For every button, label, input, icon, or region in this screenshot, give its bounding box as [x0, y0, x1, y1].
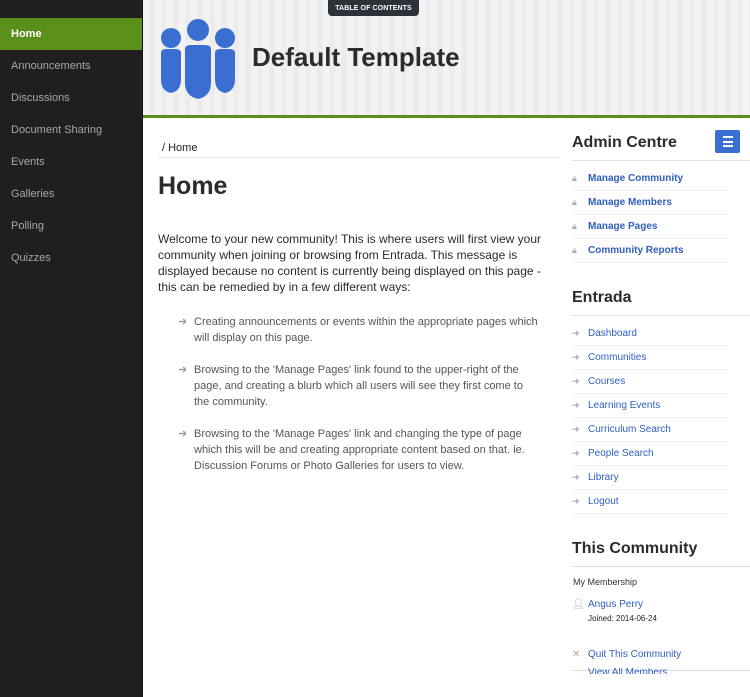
arrow-right-icon: ➜ [178, 428, 188, 440]
list-item: 🔒︎ Manage Members [572, 191, 727, 215]
arrow-right-icon: ➜ [572, 376, 580, 386]
list-item-text: Browsing to the 'Manage Pages' link and … [194, 428, 525, 472]
breadcrumb[interactable]: / Home [158, 142, 558, 158]
arrow-right-icon: ➜ [178, 316, 188, 328]
member-row: 👤︎ Angus Perry [572, 599, 750, 610]
list-item: ➜ People Search [572, 442, 727, 466]
this-community-title: This Community [572, 540, 698, 557]
sidebar-item-document-sharing[interactable]: Document Sharing [0, 114, 142, 146]
site-header: TABLE OF CONTENTS Default Template [143, 0, 750, 118]
entrada-header: Entrada [572, 281, 750, 316]
list-item-text: Browsing to the 'Manage Pages' link foun… [194, 364, 523, 408]
sidebar-item-quizzes[interactable]: Quizzes [0, 242, 142, 274]
arrow-right-icon: ➜ [572, 496, 580, 506]
lock-icon: 🔒︎ [572, 197, 577, 207]
sidebar-item-polling[interactable]: Polling [0, 210, 142, 242]
lock-icon: 🔒︎ [572, 221, 577, 231]
intro-text: Welcome to your new community! This is w… [158, 232, 542, 294]
main-content: / Home Home Welcome to your new communit… [158, 118, 558, 490]
community-reports-link[interactable]: Community Reports [588, 245, 684, 256]
arrow-right-icon: ➜ [572, 424, 580, 434]
manage-members-link[interactable]: Manage Members [588, 197, 672, 208]
entrada-links: ➜ Dashboard ➜ Communities ➜ Courses ➜ Learni… [572, 322, 727, 514]
sidebar-item-home[interactable]: Home [0, 18, 142, 50]
list-item: ➜ Curriculum Search [572, 418, 727, 442]
sidebar-item-events[interactable]: Events [0, 146, 142, 178]
communities-link[interactable]: Communities [588, 352, 646, 363]
list-item-text: Creating announcements or events within … [194, 316, 538, 344]
list-item: ➜ Library [572, 466, 727, 490]
arrow-right-icon: ➜ [572, 472, 580, 482]
sidebar-item-galleries[interactable]: Galleries [0, 178, 142, 210]
people-search-link[interactable]: People Search [588, 448, 654, 459]
member-name-link[interactable]: Angus Perry [588, 599, 643, 610]
sidebar-item-discussions[interactable]: Discussions [0, 82, 142, 114]
manage-pages-link[interactable]: Manage Pages [588, 221, 657, 232]
close-icon: ✕ [572, 649, 581, 660]
logout-link[interactable]: Logout [588, 496, 619, 507]
arrow-right-icon: ➜ [572, 448, 580, 458]
library-link[interactable]: Library [588, 472, 619, 483]
arrow-right-icon: ➜ [572, 352, 580, 362]
list-item: ➜ Logout [572, 490, 727, 514]
dashboard-link[interactable]: Dashboard [588, 328, 637, 339]
list-item: ➜ Courses [572, 370, 727, 394]
curriculum-search-link[interactable]: Curriculum Search [588, 424, 671, 435]
list-item: 🔒︎ Manage Pages [572, 215, 727, 239]
arrow-right-icon: ➜ [178, 364, 188, 376]
list-item: 🔒︎ Community Reports [572, 239, 727, 263]
joined-date: Joined: 2014-06-24 [588, 614, 657, 623]
instruction-list: ➜ Creating announcements or events withi… [178, 314, 538, 474]
list-item: ➜ Learning Events [572, 394, 727, 418]
site-title: Default Template [252, 42, 460, 72]
learning-events-link[interactable]: Learning Events [588, 400, 660, 411]
list-item: ➜ Communities [572, 346, 727, 370]
lock-icon: 🔒︎ [572, 245, 577, 255]
quit-community-row: ✕ Quit This Community [572, 649, 750, 660]
list-item: ➜ Browsing to the 'Manage Pages' link an… [178, 426, 538, 474]
sidebar: Home Announcements Discussions Document … [0, 0, 143, 697]
my-membership-label: My Membership [573, 577, 638, 587]
table-of-contents-tab[interactable]: TABLE OF CONTENTS [328, 0, 419, 16]
menu-toggle-button[interactable] [715, 130, 740, 153]
this-community-header: This Community [572, 532, 750, 567]
list-item: ➜ Dashboard [572, 322, 727, 346]
user-icon: 👤︎ [572, 599, 585, 610]
lock-icon: 🔒︎ [572, 173, 577, 183]
admin-links: 🔒︎ Manage Community 🔒︎ Manage Members 🔒︎ Ma… [572, 167, 727, 263]
sidebar-item-announcements[interactable]: Announcements [0, 50, 142, 82]
courses-link[interactable]: Courses [588, 376, 625, 387]
manage-community-link[interactable]: Manage Community [588, 173, 683, 184]
right-sidebar: Admin Centre 🔒︎ Manage Community 🔒︎ Manage… [572, 118, 750, 674]
arrow-right-icon: ➜ [572, 400, 580, 410]
list-item: 🔒︎ Manage Community [572, 167, 727, 191]
list-item: ➜ Creating announcements or events withi… [178, 314, 538, 346]
community-users-icon [161, 17, 235, 101]
entrada-title: Entrada [572, 289, 632, 306]
quit-community-link[interactable]: Quit This Community [588, 649, 681, 660]
page-title: Home [158, 172, 228, 200]
arrow-right-icon: ➜ [572, 328, 580, 338]
list-item: ➜ Browsing to the 'Manage Pages' link fo… [178, 362, 538, 410]
view-all-members-link[interactable]: View All Members [588, 668, 667, 674]
